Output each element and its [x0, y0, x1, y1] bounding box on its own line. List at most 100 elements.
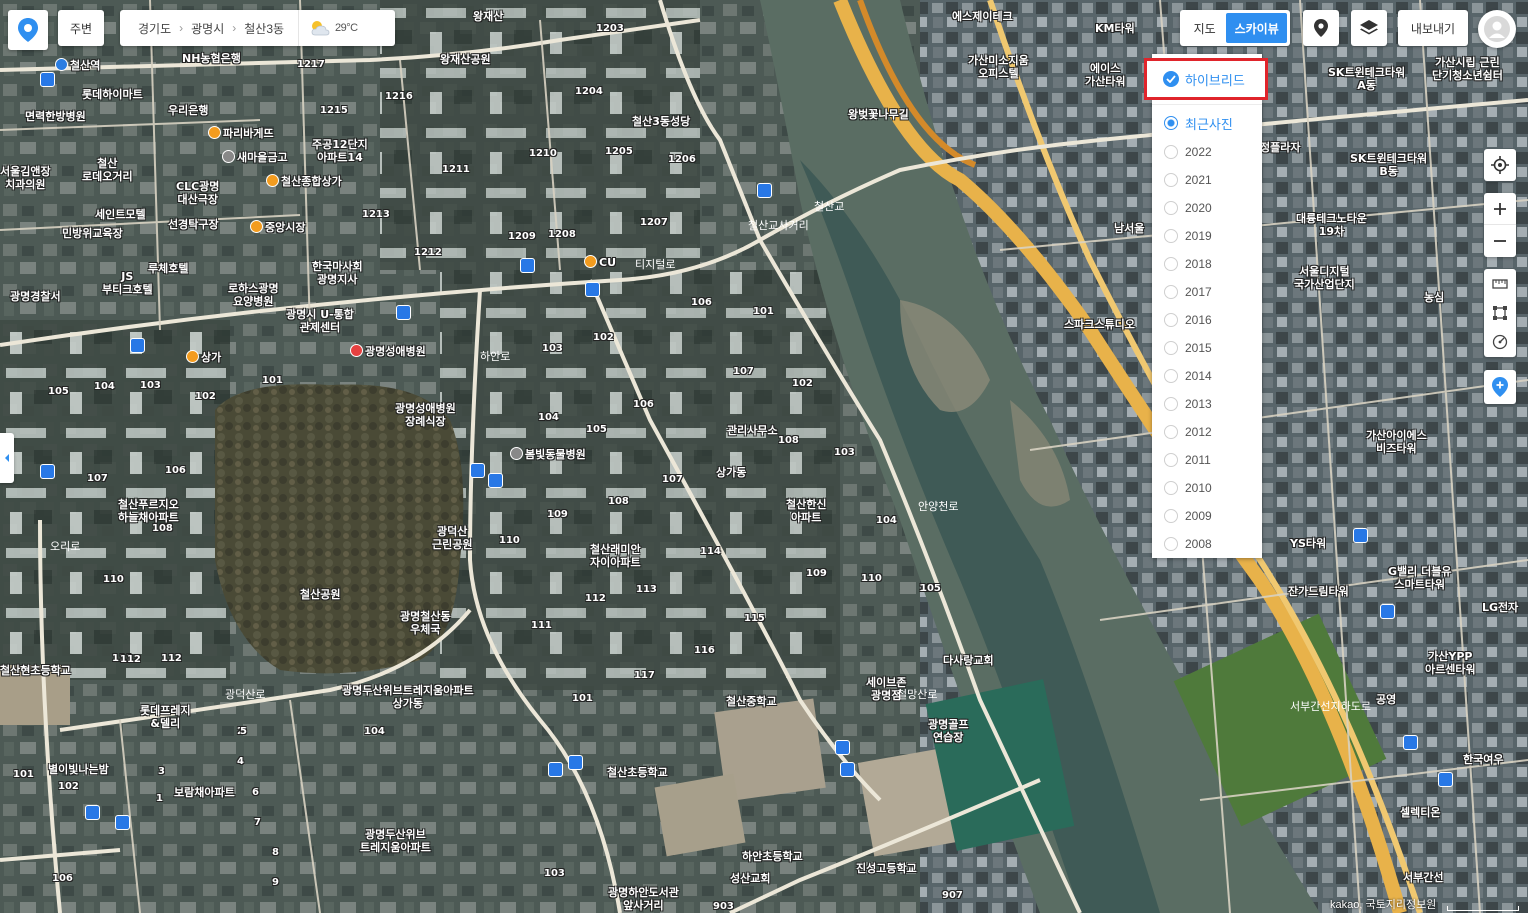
map-label[interactable]: 철산 로데오거리 [82, 157, 133, 183]
map-label[interactable]: 관리사무소 [727, 424, 778, 437]
map-label[interactable]: 광덕산 근린공원 [432, 525, 472, 551]
map-label[interactable]: 대륭테크노타운 19차 [1296, 212, 1367, 238]
map-label[interactable]: 광명두산위브 트레지움아파트 [360, 828, 431, 854]
bus-stop-icon[interactable] [1380, 604, 1395, 619]
map-label[interactable]: 왕벚꽃나무길 [848, 108, 909, 121]
map-label[interactable]: 주공12단지 아파트14 [312, 138, 368, 164]
map-label[interactable]: 잔가드림타워 [1288, 585, 1349, 598]
map-label[interactable]: 광명성애병원 [350, 344, 426, 358]
map-label[interactable]: 광명두산위브트레지움아파트 상가동 [342, 684, 474, 710]
map-label[interactable]: 세인트모텔 [95, 208, 146, 221]
bus-stop-icon[interactable] [115, 815, 130, 830]
bus-stop-icon[interactable] [1438, 772, 1453, 787]
bus-stop-icon[interactable] [1403, 735, 1418, 750]
breadcrumb-item-district[interactable]: 철산3동 [244, 20, 284, 37]
map-label[interactable]: 철산중학교 [726, 695, 777, 708]
map-label[interactable]: 다사랑교회 [943, 654, 994, 667]
ruler-button[interactable] [1484, 269, 1516, 298]
tab-map[interactable]: 지도 [1183, 13, 1226, 43]
bus-stop-icon[interactable] [568, 755, 583, 770]
map-label[interactable]: SK트윈테크타워 B동 [1350, 152, 1427, 178]
year-option[interactable]: 2008 [1152, 530, 1262, 558]
map-label[interactable]: 철산래미안 자이아파트 [590, 543, 641, 569]
map-label[interactable]: 루체호텔 [148, 262, 188, 275]
map-label[interactable]: G밸리 더블유 스마트타워 [1388, 565, 1451, 591]
map-label[interactable]: 철산초등학교 [607, 766, 668, 779]
map-label[interactable]: 서부간선 [1403, 871, 1443, 884]
breadcrumb-item-province[interactable]: 경기도 [138, 20, 171, 37]
map-label[interactable]: 에스제이테크 [952, 10, 1013, 23]
avatar[interactable] [1478, 10, 1516, 48]
map-label[interactable]: 민방위교육장 [62, 227, 123, 240]
map-label[interactable]: 가산시립 근린 단기청소년쉼터 [1432, 56, 1503, 82]
layers-button[interactable] [1351, 10, 1387, 46]
map-label[interactable]: 농심 [1424, 291, 1444, 304]
map-label[interactable]: 광명철산동 우체국 [400, 610, 451, 636]
year-option[interactable]: 최근사진 [1152, 104, 1262, 138]
map-label[interactable]: 보람채아파트 [174, 786, 235, 799]
bus-stop-icon[interactable] [520, 258, 535, 273]
map-label[interactable]: 성산교회 [730, 872, 770, 885]
map-label[interactable]: 광명성애병원 장례식장 [395, 402, 456, 428]
year-option[interactable]: 2021 [1152, 166, 1262, 194]
year-option[interactable]: 2016 [1152, 306, 1262, 334]
map-label[interactable]: 남서울 [1114, 222, 1144, 235]
bus-stop-icon[interactable] [840, 762, 855, 777]
year-option[interactable]: 2015 [1152, 334, 1262, 362]
map-label[interactable]: LG전자 [1482, 601, 1518, 614]
breadcrumb-item-city[interactable]: 광명시 [191, 20, 224, 37]
bus-stop-icon[interactable] [40, 464, 55, 479]
year-option[interactable]: 2022 [1152, 138, 1262, 166]
map-label[interactable]: 진성고등학교 [856, 862, 917, 875]
map-label[interactable]: 면력한방병원 [25, 110, 86, 123]
bus-stop-icon[interactable] [470, 463, 485, 478]
year-option[interactable]: 2013 [1152, 390, 1262, 418]
zoom-in-button[interactable] [1484, 193, 1516, 225]
area-measure-button[interactable] [1484, 298, 1516, 327]
map-label[interactable]: 중앙시장 [250, 220, 305, 234]
map-label[interactable]: 왕재산 [473, 10, 503, 23]
year-option[interactable]: 2014 [1152, 362, 1262, 390]
year-option[interactable]: 2010 [1152, 474, 1262, 502]
map-label[interactable]: 서울디지털 국가산업단지 [1294, 265, 1355, 291]
map-label[interactable]: NH농협은행 [182, 52, 241, 65]
add-place-button[interactable] [1484, 370, 1516, 404]
bus-stop-icon[interactable] [85, 805, 100, 820]
hybrid-toggle[interactable]: 하이브리드 [1144, 58, 1268, 100]
map-label[interactable]: 정플라자 [1260, 141, 1300, 154]
map-label[interactable]: 파리바게뜨 [208, 126, 274, 140]
map-label[interactable]: 셀렉티온 [1400, 806, 1440, 819]
export-button[interactable]: 내보내기 [1398, 10, 1468, 46]
radius-measure-button[interactable] [1484, 327, 1516, 356]
map-label[interactable]: 광명골프 연습장 [928, 718, 968, 744]
year-option[interactable]: 2018 [1152, 250, 1262, 278]
map-label[interactable]: 왕재산공원 [440, 53, 491, 66]
map-label[interactable]: 철산푸르지오 하늘채아파트 [118, 498, 179, 524]
map-label[interactable]: 에이스 가산타워 [1085, 62, 1125, 88]
map-label[interactable]: 철산3동성당 [632, 115, 690, 128]
map-label[interactable]: 하안초등학교 [742, 850, 803, 863]
bus-stop-icon[interactable] [585, 282, 600, 297]
map-label[interactable]: 철산한신 아파트 [786, 498, 826, 524]
satellite-map[interactable]: 철산역 NH농협은행 롯데하이마트 우리은행 면력한방병원 파리바게뜨 철산 로… [0, 0, 1528, 913]
map-label[interactable]: 가산미소지움 오피스텔 [968, 54, 1029, 80]
zoom-out-button[interactable] [1484, 225, 1516, 257]
map-label[interactable]: 한국여우 [1463, 753, 1503, 766]
year-option[interactable]: 2020 [1152, 194, 1262, 222]
bus-stop-icon[interactable] [488, 473, 503, 488]
map-label[interactable]: 상가동 [716, 466, 746, 479]
bus-stop-icon[interactable] [1353, 528, 1368, 543]
map-label[interactable]: 스파크스튜디오 [1064, 318, 1135, 331]
map-label[interactable]: 우리은행 [168, 104, 208, 117]
year-option[interactable]: 2009 [1152, 502, 1262, 530]
year-option[interactable]: 2012 [1152, 418, 1262, 446]
map-label[interactable]: CLC광명 대산극장 [176, 180, 219, 206]
map-label[interactable]: KM타워 [1095, 22, 1135, 35]
bus-stop-icon[interactable] [130, 338, 145, 353]
map-label[interactable]: 광명하안도서관 앞사거리 [608, 886, 679, 912]
bus-stop-icon[interactable] [835, 740, 850, 755]
bus-stop-icon[interactable] [548, 762, 563, 777]
my-location-button[interactable] [1484, 149, 1516, 181]
map-label[interactable]: 공영 [1376, 693, 1396, 706]
map-label[interactable]: 가산아이에스 비즈타워 [1366, 429, 1427, 455]
